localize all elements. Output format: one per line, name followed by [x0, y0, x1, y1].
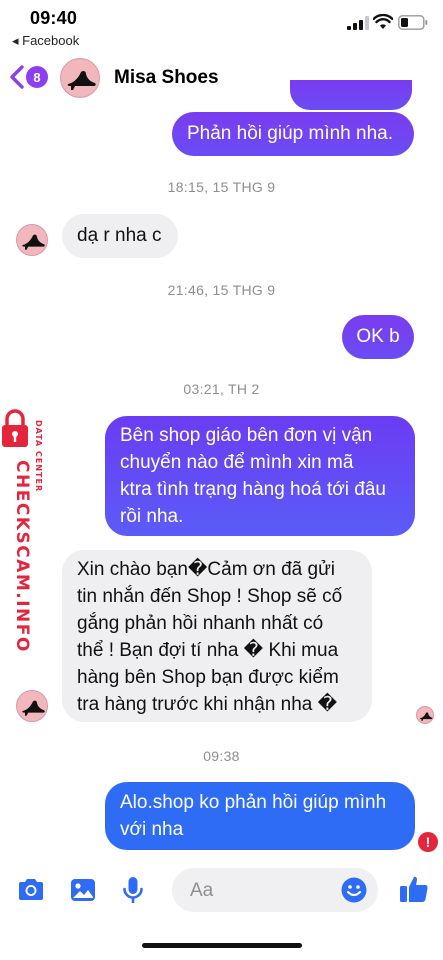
microphone-icon[interactable] — [118, 876, 148, 904]
status-bar: 09:40 ◂ Facebook — [0, 0, 443, 52]
contact-name[interactable]: Misa Shoes — [114, 67, 219, 89]
message-line: tin nhắn đến Shop ! Shop sẽ cố — [77, 586, 343, 607]
outgoing-message[interactable]: Bên shop giáo bên đơn vị vận chuyển nào … — [105, 416, 415, 536]
battery-icon — [398, 15, 428, 30]
outgoing-message[interactable]: OK b — [342, 315, 414, 359]
outgoing-message-failed[interactable]: Alo.shop ko phản hồi giúp mình với nha — [105, 782, 415, 850]
watermark-sub: DATA CENTER — [34, 420, 43, 493]
message-timestamp: 09:38 — [203, 748, 240, 764]
watermark-brand: CHECKSCAM.INFO — [12, 460, 32, 653]
message-line: tra hàng trước khi nhận nha � — [77, 694, 338, 715]
message-line: chuyển nào để mình xin mã — [120, 452, 354, 473]
like-thumb-icon[interactable] — [398, 873, 430, 905]
photo-icon[interactable] — [68, 876, 98, 904]
message-timestamp: 21:46, 15 THG 9 — [167, 282, 276, 298]
home-indicator — [142, 943, 302, 948]
incoming-message[interactable]: dạ r nha c — [62, 214, 178, 258]
message-line: Alo.shop ko phản hồi giúp mình — [120, 792, 387, 813]
error-icon[interactable]: ! — [418, 832, 438, 852]
back-to-facebook-link[interactable]: ◂ Facebook — [12, 33, 79, 49]
emoji-icon[interactable] — [340, 876, 368, 904]
input-placeholder: Aa — [190, 880, 214, 901]
incoming-message[interactable]: Xin chào bạn�Cảm ơn đã gửi tin nhắn đến … — [62, 550, 372, 722]
message-timestamp: 18:15, 15 THG 9 — [167, 179, 276, 195]
signal-icon — [347, 16, 369, 30]
message-composer: Aa — [0, 862, 443, 918]
message-line: với nha — [120, 819, 184, 840]
message-line: Bên shop giáo bên đơn vị vận — [120, 425, 373, 446]
status-time: 09:40 — [30, 8, 78, 28]
message-bubble-partial — [290, 80, 412, 110]
high-heel-shoe-icon — [420, 712, 433, 721]
contact-avatar[interactable] — [60, 58, 100, 98]
contact-avatar-small — [16, 690, 48, 722]
checkscam-watermark: CHECKSCAM.INFO DATA CENTER — [0, 408, 46, 653]
message-text: OK b — [356, 326, 400, 347]
message-text: Phản hồi giúp mình nha. — [187, 123, 393, 144]
camera-icon[interactable] — [16, 876, 46, 904]
outgoing-message[interactable]: Phản hồi giúp mình nha. — [172, 112, 414, 156]
message-line: gắng phản hồi nhanh nhất có — [77, 613, 324, 634]
message-line: ktra tình trạng hàng hoá tới đâu — [120, 479, 386, 500]
high-heel-shoe-icon — [67, 70, 96, 90]
wifi-icon — [373, 14, 393, 29]
read-receipt-avatar — [416, 706, 434, 724]
message-input[interactable]: Aa — [172, 868, 378, 912]
message-line: Xin chào bạn�Cảm ơn đã gửi — [77, 559, 336, 580]
high-heel-shoe-icon — [22, 234, 45, 250]
unread-count-badge[interactable]: 8 — [26, 66, 48, 88]
message-timestamp: 03:21, TH 2 — [183, 381, 260, 397]
contact-avatar-small — [16, 224, 48, 256]
back-chevron-icon[interactable] — [8, 64, 26, 90]
high-heel-shoe-icon — [22, 700, 45, 716]
message-line: thể ! Bạn đợi tí nha � Khi mua — [77, 640, 339, 661]
message-line: hàng bên Shop bạn được kiểm — [77, 667, 339, 688]
message-line: rồi nha. — [120, 506, 184, 527]
message-text: dạ r nha c — [77, 225, 162, 246]
